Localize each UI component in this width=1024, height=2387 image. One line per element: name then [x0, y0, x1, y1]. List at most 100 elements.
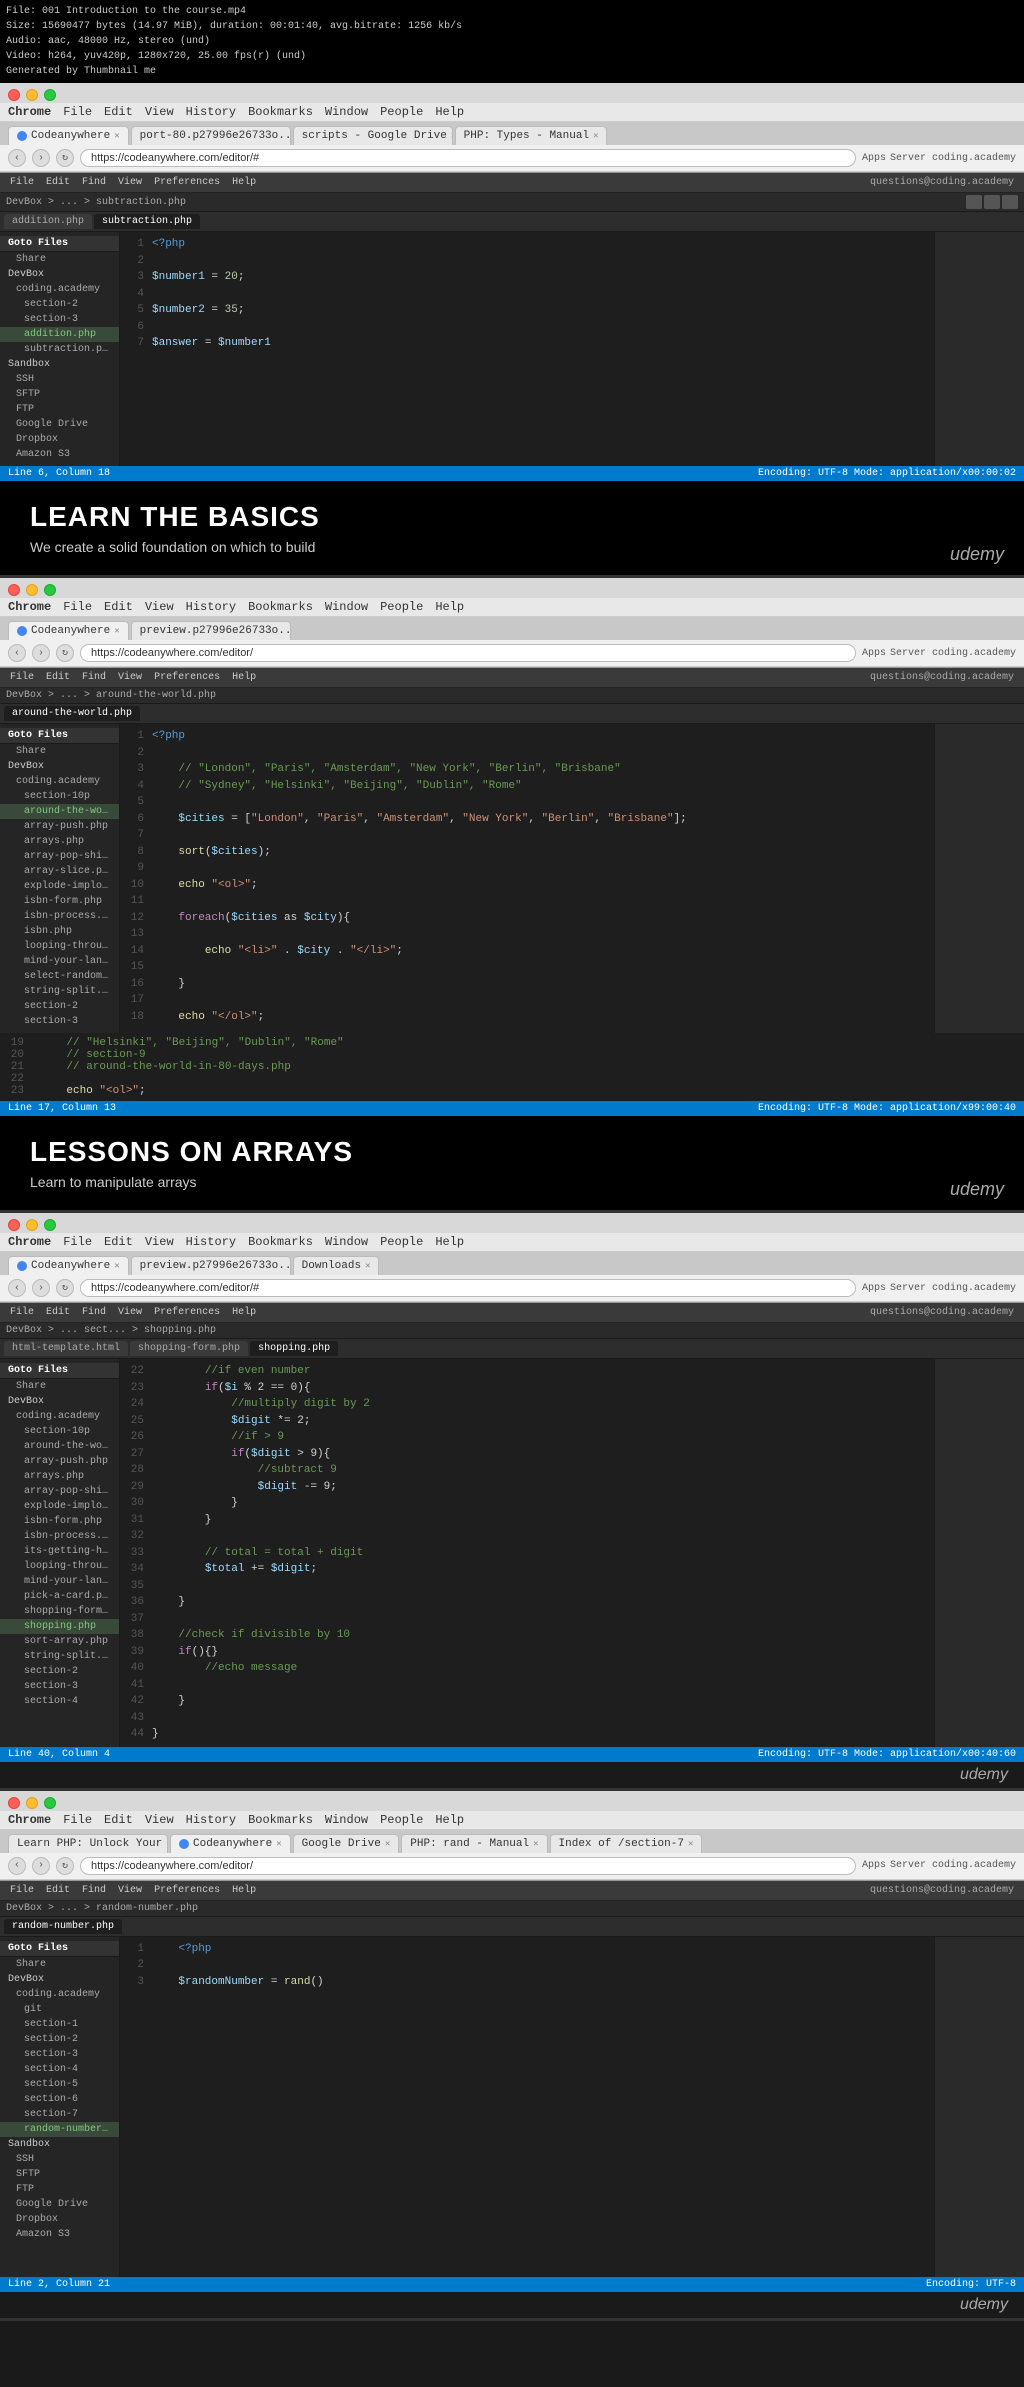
file-tab-random[interactable]: random-number.php — [4, 1919, 122, 1934]
tree-ssh-4[interactable]: SSH — [0, 2152, 119, 2167]
tab-php[interactable]: PHP: Types - Manual ✕ — [455, 126, 608, 145]
file-tab-addition[interactable]: addition.php — [4, 214, 92, 229]
tree-string-split[interactable]: string-split.php — [0, 1649, 119, 1664]
menu-chrome[interactable]: Chrome — [8, 1235, 51, 1249]
back-button[interactable]: ‹ — [8, 1279, 26, 1297]
tree-dropbox-4[interactable]: Dropbox — [0, 2212, 119, 2227]
tab-codeanywhere[interactable]: Codeanywhere ✕ — [8, 126, 129, 145]
tree-mind[interactable]: mind-your-language.php — [0, 954, 119, 969]
back-button[interactable]: ‹ — [8, 1857, 26, 1875]
tree-array-slice[interactable]: array-slice.php — [0, 864, 119, 879]
tree-select[interactable]: select-random.php — [0, 969, 119, 984]
tab-downloads[interactable]: Downloads ✕ — [293, 1256, 380, 1275]
apps-link[interactable]: Apps — [862, 1860, 886, 1871]
toolbar-icon-2[interactable] — [984, 195, 1000, 209]
file-tab-html-template[interactable]: html-template.html — [4, 1341, 128, 1356]
tab-port[interactable]: port-80.p27996e26733o... ✕ — [131, 126, 291, 145]
tree-section3[interactable]: section-3 — [0, 312, 119, 327]
tree-ftp[interactable]: FTP — [0, 402, 119, 417]
minimize-button[interactable] — [26, 89, 38, 101]
tab-close-icon[interactable]: ✕ — [593, 131, 598, 141]
tree-section4[interactable]: section-4 — [0, 2062, 119, 2077]
menu-window[interactable]: Window — [325, 105, 368, 119]
tree-sort-array[interactable]: sort-array.php — [0, 1634, 119, 1649]
close-button[interactable] — [8, 89, 20, 101]
tree-section4[interactable]: section-4 — [0, 1694, 119, 1709]
maximize-button[interactable] — [44, 1219, 56, 1231]
menu-people[interactable]: People — [380, 105, 423, 119]
apps-link[interactable]: Apps — [862, 153, 886, 164]
tree-looping[interactable]: looping-through-arrays.php — [0, 939, 119, 954]
tree-array-push[interactable]: array-push.php — [0, 819, 119, 834]
editor-menu-preferences[interactable]: Preferences — [150, 176, 224, 189]
menu-file[interactable]: File — [63, 600, 92, 614]
address-input[interactable] — [80, 149, 856, 167]
editor-menu-edit[interactable]: Edit — [42, 176, 74, 189]
menu-edit[interactable]: Edit — [104, 1813, 133, 1827]
server-link[interactable]: Server — [890, 648, 926, 659]
server-link[interactable]: Server — [890, 1860, 926, 1871]
editor-menu-help[interactable]: Help — [228, 1884, 260, 1897]
file-tab-shopping[interactable]: shopping.php — [250, 1341, 338, 1356]
tree-coding-academy[interactable]: coding.academy — [0, 1409, 119, 1424]
tab-php-rand[interactable]: PHP: rand - Manual ✕ — [401, 1834, 547, 1853]
tab-index-section7[interactable]: Index of /section-7 ✕ — [550, 1834, 703, 1853]
tree-mind[interactable]: mind-your-language.php — [0, 1574, 119, 1589]
tree-array-push[interactable]: array-push.php — [0, 1454, 119, 1469]
apps-link[interactable]: Apps — [862, 1283, 886, 1294]
forward-button[interactable]: › — [32, 1279, 50, 1297]
refresh-button[interactable]: ↻ — [56, 644, 74, 662]
back-button[interactable]: ‹ — [8, 149, 26, 167]
tree-isbn-process[interactable]: isbn-process.php — [0, 1529, 119, 1544]
tab-close-icon[interactable]: ✕ — [114, 1261, 119, 1271]
menu-history[interactable]: History — [186, 1235, 236, 1249]
editor-menu-view[interactable]: View — [114, 176, 146, 189]
tree-hot[interactable]: its-getting-hot-in-here.php — [0, 1544, 119, 1559]
editor-menu-file[interactable]: File — [6, 671, 38, 684]
tree-pick-card[interactable]: pick-a-card.php — [0, 1589, 119, 1604]
tree-string-split[interactable]: string-split.php — [0, 984, 119, 999]
tab-codeanywhere-2[interactable]: Codeanywhere ✕ — [8, 621, 129, 640]
menu-chrome[interactable]: Chrome — [8, 105, 51, 119]
file-tab-shopping-form[interactable]: shopping-form.php — [130, 1341, 248, 1356]
tree-section10[interactable]: section-10p — [0, 1424, 119, 1439]
editor-menu-view[interactable]: View — [114, 671, 146, 684]
minimize-button[interactable] — [26, 584, 38, 596]
tab-close-icon[interactable]: ✕ — [114, 131, 119, 141]
editor-menu-help[interactable]: Help — [228, 1306, 260, 1319]
tree-addition[interactable]: addition.php — [0, 327, 119, 342]
tree-dropbox[interactable]: Dropbox — [0, 432, 119, 447]
editor-menu-edit[interactable]: Edit — [42, 671, 74, 684]
tab-close-icon[interactable]: ✕ — [276, 1839, 281, 1849]
tree-section3[interactable]: section-3 — [0, 1679, 119, 1694]
refresh-button[interactable]: ↻ — [56, 149, 74, 167]
menu-people[interactable]: People — [380, 600, 423, 614]
refresh-button[interactable]: ↻ — [56, 1857, 74, 1875]
address-input[interactable] — [80, 1857, 856, 1875]
close-button[interactable] — [8, 584, 20, 596]
minimize-button[interactable] — [26, 1219, 38, 1231]
tree-share[interactable]: Share — [0, 744, 119, 759]
tree-section1[interactable]: section-1 — [0, 2017, 119, 2032]
tree-section2[interactable]: section-2 — [0, 1664, 119, 1679]
tree-isbn-process[interactable]: isbn-process.php — [0, 909, 119, 924]
tree-coding-academy[interactable]: coding.academy — [0, 774, 119, 789]
editor-menu-help[interactable]: Help — [228, 671, 260, 684]
tree-sftp-4[interactable]: SFTP — [0, 2167, 119, 2182]
tree-array-pop[interactable]: array-pop-shift.php — [0, 849, 119, 864]
tree-arrays[interactable]: arrays.php — [0, 834, 119, 849]
menu-window[interactable]: Window — [325, 1813, 368, 1827]
menu-view[interactable]: View — [145, 1235, 174, 1249]
tab-close-icon[interactable]: ✕ — [385, 1839, 390, 1849]
menu-bookmarks[interactable]: Bookmarks — [248, 600, 313, 614]
menu-chrome[interactable]: Chrome — [8, 1813, 51, 1827]
tree-section3[interactable]: section-3 — [0, 1014, 119, 1029]
menu-history[interactable]: History — [186, 105, 236, 119]
tab-close-icon[interactable]: ✕ — [533, 1839, 538, 1849]
menu-view[interactable]: View — [145, 1813, 174, 1827]
maximize-button[interactable] — [44, 584, 56, 596]
server-link[interactable]: Server — [890, 1283, 926, 1294]
tree-amazon-s3[interactable]: Amazon S3 — [0, 447, 119, 462]
tree-section10[interactable]: section-10p — [0, 789, 119, 804]
menu-history[interactable]: History — [186, 600, 236, 614]
